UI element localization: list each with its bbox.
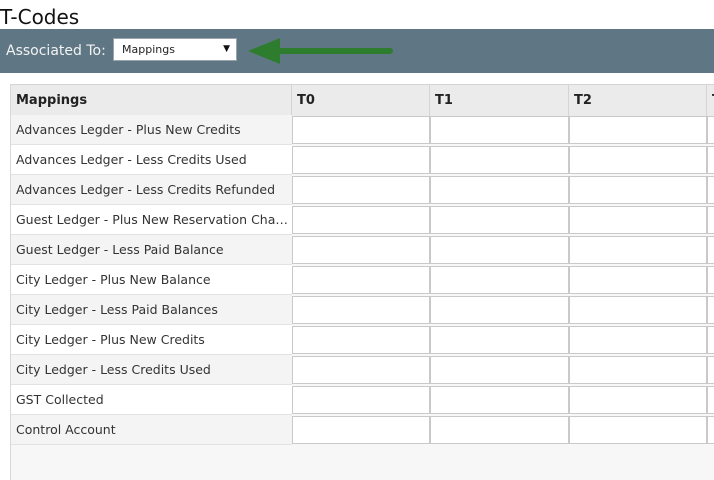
- table-row: City Ledger - Less Paid Balances: [11, 295, 714, 325]
- tcode-input-t0[interactable]: [292, 356, 430, 384]
- table-row: Guest Ledger - Less Paid Balance: [11, 235, 714, 265]
- table-row: City Ledger - Plus New Credits: [11, 325, 714, 355]
- tcode-input-t0[interactable]: [292, 206, 430, 234]
- column-header-mappings: Mappings: [11, 85, 292, 116]
- green-arrow-annotation: [248, 38, 393, 64]
- mapping-label: City Ledger - Less Paid Balances: [11, 295, 292, 325]
- table-row: Advances Legder - Plus New Credits: [11, 115, 714, 145]
- tcode-input-t[interactable]: [707, 176, 714, 204]
- column-header-t1: T1: [430, 85, 569, 116]
- tcode-input-t1[interactable]: [430, 236, 569, 264]
- table-row: City Ledger - Plus New Balance: [11, 265, 714, 295]
- page-title: T-Codes: [0, 5, 80, 29]
- tcodes-grid: MappingsT0T1T2T Advances Legder - Plus N…: [10, 84, 714, 480]
- associated-to-select[interactable]: Mappings ▼: [113, 38, 237, 61]
- tcode-input-t[interactable]: [707, 266, 714, 294]
- table-row: Advances Ledger - Less Credits Used: [11, 145, 714, 175]
- tcode-input-t2[interactable]: [569, 176, 707, 204]
- tcode-input-t2[interactable]: [569, 236, 707, 264]
- tcode-input-t2[interactable]: [569, 416, 707, 444]
- tcode-input-t0[interactable]: [292, 146, 430, 174]
- mapping-label: Guest Ledger - Plus New Reservation Char…: [11, 205, 292, 235]
- mapping-label: Guest Ledger - Less Paid Balance: [11, 235, 292, 265]
- associated-to-label: Associated To:: [6, 43, 106, 59]
- associated-to-value: Mappings: [122, 43, 175, 56]
- tcode-input-t[interactable]: [707, 416, 714, 444]
- table-row: Control Account: [11, 415, 714, 445]
- column-header-t2: T2: [569, 85, 707, 116]
- tcode-input-t2[interactable]: [569, 206, 707, 234]
- tcode-input-t0[interactable]: [292, 176, 430, 204]
- mapping-label: City Ledger - Less Credits Used: [11, 355, 292, 385]
- tcode-input-t2[interactable]: [569, 386, 707, 414]
- dropdown-caret-icon: ▼: [223, 44, 230, 54]
- tcode-input-t1[interactable]: [430, 266, 569, 294]
- tcode-input-t1[interactable]: [430, 416, 569, 444]
- tcode-input-t2[interactable]: [569, 326, 707, 354]
- tcode-input-t1[interactable]: [430, 176, 569, 204]
- tcode-input-t1[interactable]: [430, 386, 569, 414]
- grid-header-row: MappingsT0T1T2T: [11, 84, 714, 117]
- mapping-label: City Ledger - Plus New Credits: [11, 325, 292, 355]
- tcode-input-t0[interactable]: [292, 266, 430, 294]
- tcode-input-t1[interactable]: [430, 356, 569, 384]
- tcode-input-t[interactable]: [707, 356, 714, 384]
- tcode-input-t2[interactable]: [569, 266, 707, 294]
- table-row: Guest Ledger - Plus New Reservation Char…: [11, 205, 714, 235]
- tcode-input-t1[interactable]: [430, 206, 569, 234]
- tcode-input-t0[interactable]: [292, 326, 430, 354]
- tcode-input-t[interactable]: [707, 296, 714, 324]
- mapping-label: Advances Ledger - Less Credits Used: [11, 145, 292, 175]
- tcode-input-t2[interactable]: [569, 356, 707, 384]
- mapping-label: Control Account: [11, 415, 292, 445]
- column-header-t0: T0: [292, 85, 430, 116]
- tcode-input-t0[interactable]: [292, 116, 430, 144]
- tcode-input-t1[interactable]: [430, 326, 569, 354]
- tcode-input-t2[interactable]: [569, 296, 707, 324]
- tcode-input-t1[interactable]: [430, 146, 569, 174]
- mapping-label: Advances Ledger - Less Credits Refunded: [11, 175, 292, 205]
- table-row: Advances Ledger - Less Credits Refunded: [11, 175, 714, 205]
- tcode-input-t2[interactable]: [569, 116, 707, 144]
- tcode-input-t[interactable]: [707, 116, 714, 144]
- tcode-input-t2[interactable]: [569, 146, 707, 174]
- tcode-input-t[interactable]: [707, 236, 714, 264]
- tcode-input-t[interactable]: [707, 146, 714, 174]
- tcode-input-t0[interactable]: [292, 296, 430, 324]
- tcode-input-t1[interactable]: [430, 116, 569, 144]
- tcode-input-t1[interactable]: [430, 296, 569, 324]
- mapping-label: GST Collected: [11, 385, 292, 415]
- tcode-input-t[interactable]: [707, 386, 714, 414]
- table-row: City Ledger - Less Credits Used: [11, 355, 714, 385]
- tcode-input-t0[interactable]: [292, 236, 430, 264]
- column-header-t: T: [707, 85, 714, 116]
- table-row: GST Collected: [11, 385, 714, 415]
- tcode-input-t0[interactable]: [292, 386, 430, 414]
- mapping-label: Advances Legder - Plus New Credits: [11, 115, 292, 145]
- tcode-input-t0[interactable]: [292, 416, 430, 444]
- tcode-input-t[interactable]: [707, 326, 714, 354]
- mapping-label: City Ledger - Plus New Balance: [11, 265, 292, 295]
- tcode-input-t[interactable]: [707, 206, 714, 234]
